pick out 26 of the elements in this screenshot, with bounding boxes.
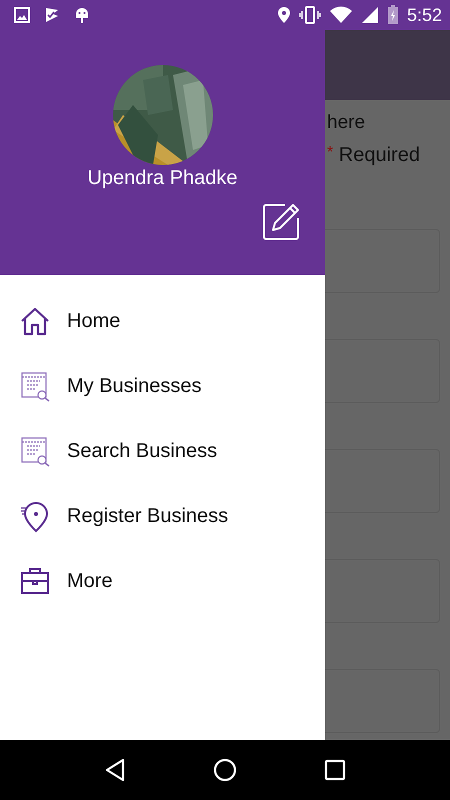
menu-item[interactable]: More bbox=[0, 549, 325, 614]
vibrate-icon bbox=[298, 6, 321, 24]
heading-text: here bbox=[327, 112, 366, 134]
user-name: Upendra Phadke bbox=[87, 167, 238, 190]
menu-item[interactable]: Search Business bbox=[0, 419, 325, 484]
signal-icon bbox=[360, 6, 379, 24]
battery-icon bbox=[386, 5, 399, 25]
location-pin-icon bbox=[20, 500, 50, 532]
image-icon bbox=[14, 7, 30, 23]
edit-button[interactable] bbox=[263, 202, 301, 240]
clock-time: 5:52 bbox=[406, 4, 442, 26]
menu-item[interactable]: Register Business bbox=[0, 484, 325, 549]
wifi-icon bbox=[328, 6, 353, 24]
required-note: * Required bbox=[327, 144, 421, 167]
check-flag-icon bbox=[44, 7, 60, 23]
document-search-icon bbox=[20, 370, 50, 402]
edit-icon bbox=[263, 202, 301, 240]
document-search-icon bbox=[20, 436, 50, 468]
home-icon bbox=[20, 306, 50, 338]
back-icon[interactable] bbox=[104, 758, 126, 782]
menu-item[interactable]: Home bbox=[0, 289, 325, 354]
menu-item[interactable]: My Businesses bbox=[0, 354, 325, 419]
location-icon bbox=[276, 6, 291, 24]
home-button-icon[interactable] bbox=[212, 758, 237, 782]
recents-icon[interactable] bbox=[324, 759, 346, 781]
android-icon bbox=[74, 6, 90, 24]
